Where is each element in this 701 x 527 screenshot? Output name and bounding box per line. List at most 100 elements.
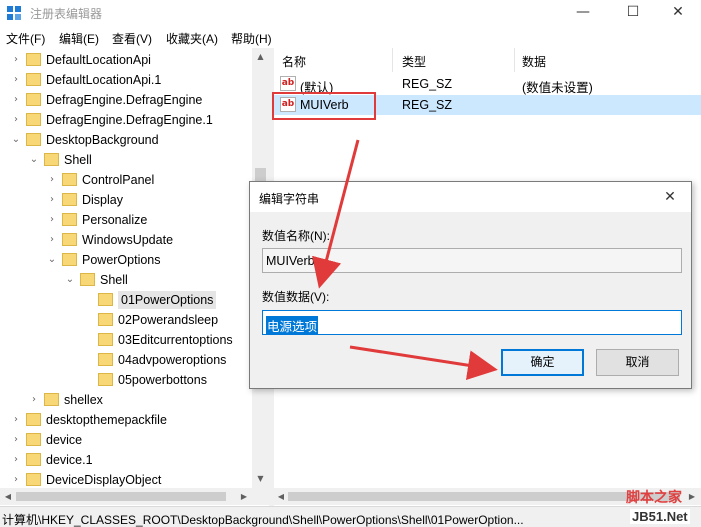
- tree-node-label[interactable]: Shell: [100, 273, 128, 287]
- expand-chevron-icon[interactable]: ›: [10, 433, 22, 447]
- scroll-right-icon[interactable]: ▶: [238, 490, 250, 503]
- expand-chevron-icon[interactable]: ›: [10, 113, 22, 127]
- tree-node-label[interactable]: WindowsUpdate: [82, 233, 173, 247]
- list-header: 名称 类型 数据: [274, 48, 701, 72]
- column-data-header[interactable]: 数据: [522, 53, 546, 70]
- expand-chevron-icon[interactable]: ›: [10, 453, 22, 467]
- tree-node[interactable]: › Display: [0, 190, 252, 210]
- column-divider[interactable]: [392, 48, 393, 72]
- tree-node-label[interactable]: Personalize: [82, 213, 147, 227]
- tree-node[interactable]: › DefragEngine.DefragEngine.1: [0, 110, 252, 130]
- collapse-chevron-icon[interactable]: ⌄: [64, 273, 76, 287]
- value-data-text[interactable]: 电源选项: [266, 316, 319, 335]
- tree-node[interactable]: › DefaultLocationApi: [0, 50, 252, 70]
- tree-node-label[interactable]: DefragEngine.DefragEngine.1: [46, 113, 213, 127]
- column-name-header[interactable]: 名称: [282, 53, 306, 70]
- collapse-chevron-icon[interactable]: ⌄: [28, 153, 40, 167]
- tree-node-label[interactable]: ControlPanel: [82, 173, 154, 187]
- list-row-default[interactable]: ab (默认) REG_SZ (数值未设置): [274, 74, 701, 95]
- expand-chevron-icon[interactable]: ›: [28, 393, 40, 407]
- tree-node-label[interactable]: DeviceDisplayObject: [46, 473, 161, 487]
- ok-button[interactable]: 确定: [501, 349, 584, 376]
- scroll-right-icon[interactable]: ▶: [686, 490, 698, 503]
- minimize-button[interactable]: —: [560, 0, 606, 26]
- expand-chevron-icon[interactable]: ›: [10, 473, 22, 487]
- tree-node[interactable]: › shellex: [0, 390, 252, 410]
- tree-node[interactable]: ⌄ Shell: [0, 270, 252, 290]
- tree-node-label[interactable]: shellex: [64, 393, 103, 407]
- tree-node[interactable]: › desktopthemepackfile: [0, 410, 252, 430]
- tree-node[interactable]: › ControlPanel: [0, 170, 252, 190]
- collapse-chevron-icon[interactable]: ⌄: [46, 253, 58, 267]
- list-hscroll-thumb[interactable]: [288, 492, 680, 501]
- tree-node-label[interactable]: DefaultLocationApi.1: [46, 73, 161, 87]
- folder-icon: [26, 433, 41, 446]
- tree-node[interactable]: › WindowsUpdate: [0, 230, 252, 250]
- tree-node-label[interactable]: DefragEngine.DefragEngine: [46, 93, 202, 107]
- folder-icon: [62, 253, 77, 266]
- tree-node[interactable]: › device.1: [0, 450, 252, 470]
- tree-node-label[interactable]: DesktopBackground: [46, 133, 159, 147]
- tree-node[interactable]: ⌄ Shell: [0, 150, 252, 170]
- tree-node[interactable]: 02Powerandsleep: [0, 310, 252, 330]
- close-button[interactable]: ✕: [655, 0, 701, 26]
- expand-chevron-icon[interactable]: ›: [10, 93, 22, 107]
- tree-node-label[interactable]: Shell: [64, 153, 92, 167]
- tree-node[interactable]: ⌄ PowerOptions: [0, 250, 252, 270]
- folder-icon: [62, 173, 77, 186]
- tree-node-label[interactable]: 02Powerandsleep: [118, 313, 218, 327]
- expand-chevron-icon[interactable]: ›: [46, 193, 58, 207]
- tree-node[interactable]: 01PowerOptions: [0, 290, 252, 310]
- maximize-button[interactable]: ☐: [610, 0, 656, 26]
- registry-tree: › DefaultLocationApi › DefaultLocationApi.1…: [0, 48, 268, 506]
- tree-horizontal-scrollbar[interactable]: ◀ ▶: [0, 488, 269, 505]
- tree-node[interactable]: › DeviceDisplayObject: [0, 470, 252, 490]
- menu-help[interactable]: 帮助(H): [231, 30, 272, 47]
- tree-node[interactable]: › DefaultLocationApi.1: [0, 70, 252, 90]
- tree-node[interactable]: 04advpoweroptions: [0, 350, 252, 370]
- tree-node[interactable]: ⌄ DesktopBackground: [0, 130, 252, 150]
- menu-file[interactable]: 文件(F): [6, 30, 45, 47]
- tree-node[interactable]: › DefragEngine.DefragEngine: [0, 90, 252, 110]
- expand-chevron-icon[interactable]: ›: [46, 213, 58, 227]
- tree-node-label[interactable]: 03Editcurrentoptions: [118, 333, 233, 347]
- value-name-label: 数值名称(N):: [262, 229, 330, 243]
- scroll-up-icon[interactable]: ▲: [254, 50, 267, 64]
- expand-chevron-icon[interactable]: ›: [10, 73, 22, 87]
- cancel-button[interactable]: 取消: [596, 349, 679, 376]
- menu-view[interactable]: 查看(V): [112, 30, 152, 47]
- menu-bar: 文件(F) 编辑(E) 查看(V) 收藏夹(A) 帮助(H): [0, 26, 701, 48]
- menu-favorites[interactable]: 收藏夹(A): [166, 30, 218, 47]
- tree-hscroll-thumb[interactable]: [16, 492, 226, 501]
- folder-icon: [98, 293, 113, 306]
- menu-edit[interactable]: 编辑(E): [59, 30, 99, 47]
- tree-node-label[interactable]: PowerOptions: [82, 253, 161, 267]
- tree-node[interactable]: 05powerbottons: [0, 370, 252, 390]
- tree-node-label[interactable]: Display: [82, 193, 123, 207]
- dialog-close-button[interactable]: ✕: [655, 185, 685, 209]
- tree-node-label[interactable]: 01PowerOptions: [118, 291, 217, 309]
- tree-node-label[interactable]: device: [46, 433, 82, 447]
- tree-node-label[interactable]: 04advpoweroptions: [118, 353, 226, 367]
- tree-node[interactable]: › Personalize: [0, 210, 252, 230]
- tree-node-label[interactable]: 05powerbottons: [118, 373, 207, 387]
- expand-chevron-icon[interactable]: ›: [46, 173, 58, 187]
- scroll-left-icon[interactable]: ◀: [275, 490, 287, 503]
- column-divider[interactable]: [514, 48, 515, 72]
- value-data-input[interactable]: 电源选项: [262, 310, 682, 335]
- folder-icon: [98, 333, 113, 346]
- column-type-header[interactable]: 类型: [402, 53, 426, 70]
- expand-chevron-icon[interactable]: ›: [46, 233, 58, 247]
- tree-node-label[interactable]: device.1: [46, 453, 93, 467]
- expand-chevron-icon[interactable]: ›: [10, 53, 22, 67]
- expand-chevron-icon: [82, 353, 94, 367]
- tree-node[interactable]: › device: [0, 430, 252, 450]
- expand-chevron-icon[interactable]: ›: [10, 413, 22, 427]
- value-type: REG_SZ: [402, 98, 453, 112]
- tree-node-label[interactable]: desktopthemepackfile: [46, 413, 167, 427]
- scroll-down-icon[interactable]: ▼: [254, 472, 267, 486]
- tree-node[interactable]: 03Editcurrentoptions: [0, 330, 252, 350]
- tree-node-label[interactable]: DefaultLocationApi: [46, 53, 151, 67]
- scroll-left-icon[interactable]: ◀: [2, 490, 14, 503]
- collapse-chevron-icon[interactable]: ⌄: [10, 133, 22, 147]
